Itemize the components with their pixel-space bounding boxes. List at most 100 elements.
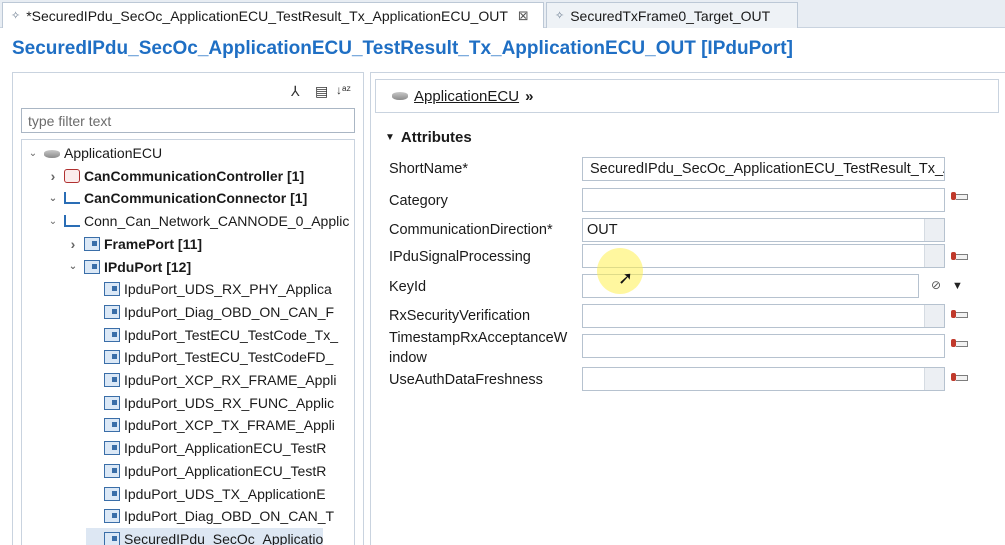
port-icon — [84, 259, 100, 274]
tree-node-label: SecuredIPdu_SecOc_Applicatio — [124, 530, 324, 545]
tree-node-label: CanCommunicationConnector [1] — [84, 190, 308, 207]
sort-az-icon[interactable]: ↓ᵃᶻ — [336, 83, 351, 97]
section-title: Attributes — [400, 129, 472, 146]
label-line-1: TimestampRxAcceptanceW — [389, 330, 568, 346]
collapsed-chevron-icon[interactable]: › — [66, 236, 80, 252]
port-icon — [104, 373, 120, 387]
tree-node[interactable]: › CanCommunicationController [1] — [46, 165, 304, 187]
tree-node-label: IpduPort_TestECU_TestCodeFD_ — [124, 349, 334, 366]
tree-node-label: IpduPort_ApplicationECU_TestR — [124, 440, 327, 457]
port-icon — [104, 486, 120, 501]
tree-node-label: IpduPort_ApplicationECU_TestR — [124, 462, 327, 479]
tree-node-label: IpduPort_UDS_RX_FUNC_Applic — [124, 394, 335, 411]
tree-node-label: IpduPort_UDS_RX_PHY_Applica — [124, 281, 332, 298]
attributes-section-header[interactable]: ▼ Attributes — [385, 129, 472, 146]
tree-node-label: FramePort [11] — [104, 235, 203, 252]
tree-node[interactable]: ⌄ Conn_Can_Network_CANNODE_0_Applic — [46, 210, 350, 232]
tree-node[interactable]: IpduPort_UDS_RX_PHY_Applica — [86, 278, 332, 300]
category-field[interactable] — [582, 188, 945, 212]
dropdown-button[interactable] — [924, 245, 944, 267]
close-icon[interactable]: ⊠ — [518, 8, 529, 24]
element-tree: ⌄ ApplicationECU › CanCommunicationControll… — [21, 139, 355, 545]
tree-node[interactable]: IpduPort_ApplicationECU_TestR — [86, 460, 326, 482]
tree-node-label: IpduPort_Diag_OBD_ON_CAN_F — [124, 303, 335, 320]
ecu-icon — [392, 92, 408, 100]
dropdown-button[interactable] — [924, 219, 944, 241]
tree-node[interactable]: IpduPort_Diag_OBD_ON_CAN_T — [86, 505, 334, 527]
rx-security-verification-clear-icon[interactable] — [951, 309, 968, 319]
tree-node[interactable]: IpduPort_TestECU_TestCode_Tx_ — [86, 324, 338, 346]
expanded-chevron-icon[interactable]: ⌄ — [26, 148, 40, 159]
port-icon — [104, 350, 120, 365]
tree-node-label: IpduPort_TestECU_TestCode_Tx_ — [124, 326, 338, 343]
collapsed-chevron-icon[interactable]: › — [46, 168, 60, 184]
tab-secured-tx-frame[interactable]: ✧ SecuredTxFrame0_Target_OUT — [546, 2, 798, 28]
port-icon — [104, 327, 120, 342]
port-icon — [104, 395, 120, 410]
tree-node-label: IpduPort_Diag_OBD_ON_CAN_T — [124, 508, 335, 525]
tab-label: *SecuredIPdu_SecOc_ApplicationECU_TestRe… — [26, 7, 508, 24]
breadcrumb: ApplicationECU » — [375, 79, 999, 113]
shortname-value: SecuredIPdu_SecOc_ApplicationECU_TestRes… — [590, 161, 945, 177]
rx-security-verification-field[interactable] — [582, 304, 945, 328]
attributes-panel: ApplicationECU » ▼ Attributes ShortName*… — [370, 72, 1005, 545]
editor-title: SecuredIPdu_SecOc_ApplicationECU_TestRes… — [12, 38, 793, 59]
use-auth-data-freshness-clear-icon[interactable] — [951, 372, 968, 382]
editor-tab-bar: ✧ *SecuredIPdu_SecOc_ApplicationECU_Test… — [0, 0, 1005, 28]
port-icon — [104, 463, 120, 478]
controller-icon — [64, 168, 80, 183]
tree-node-label: ApplicationECU — [64, 145, 163, 161]
ipdu-signal-processing-label: IPduSignalProcessing — [389, 249, 531, 265]
breadcrumb-chevron[interactable]: » — [525, 88, 533, 105]
tree-node[interactable]: IpduPort_TestECU_TestCodeFD_ — [86, 346, 333, 368]
chevron-down-icon[interactable]: ▼ — [952, 280, 963, 292]
use-auth-data-freshness-field[interactable] — [582, 367, 945, 391]
connector-icon — [64, 192, 80, 205]
tree-node[interactable]: IpduPort_XCP_TX_FRAME_Appli — [86, 414, 335, 436]
document-icon[interactable]: ▤ — [315, 83, 328, 100]
port-icon — [104, 418, 120, 433]
timestamp-rx-acceptance-window-field[interactable] — [582, 334, 945, 358]
tree-node[interactable]: ⌄ ApplicationECU — [26, 142, 162, 164]
timestamp-rx-acceptance-window-clear-icon[interactable] — [951, 338, 968, 348]
expanded-chevron-icon[interactable]: ⌄ — [46, 216, 60, 227]
connector-icon — [64, 215, 80, 228]
tab-secured-ipdu[interactable]: ✧ *SecuredIPdu_SecOc_ApplicationECU_Test… — [2, 2, 544, 28]
rx-security-verification-label: RxSecurityVerification — [389, 308, 531, 324]
dropdown-button[interactable] — [924, 305, 944, 327]
tree-node[interactable]: IpduPort_ApplicationECU_TestR — [86, 437, 326, 459]
tree-node[interactable]: SecuredIPdu_SecOc_Applicatio — [86, 527, 324, 545]
reference-link-icon[interactable]: ⊘ — [931, 278, 941, 292]
port-icon — [104, 509, 120, 524]
expanded-chevron-icon[interactable]: ⌄ — [46, 193, 60, 204]
expanded-triangle-icon: ▼ — [385, 132, 395, 143]
port-icon — [84, 236, 100, 251]
tree-node[interactable]: IpduPort_UDS_RX_FUNC_Applic — [86, 392, 334, 414]
breadcrumb-link-application-ecu[interactable]: ApplicationECU — [414, 88, 519, 105]
expanded-chevron-icon[interactable]: ⌄ — [66, 261, 80, 272]
port-icon — [104, 304, 120, 319]
tree-node-label: IpduPort_XCP_RX_FRAME_Appli — [124, 372, 337, 388]
tree-node-label: CanCommunicationController [1] — [84, 167, 305, 184]
port-icon — [104, 531, 120, 545]
category-clear-icon[interactable] — [951, 191, 968, 201]
ipdu-signal-processing-clear-icon[interactable] — [951, 251, 968, 261]
tree-node[interactable]: IpduPort_Diag_OBD_ON_CAN_F — [86, 301, 334, 323]
mouse-pointer-icon: ➚ — [618, 268, 634, 288]
filter-input[interactable] — [21, 108, 355, 133]
shortname-field[interactable]: SecuredIPdu_SecOc_ApplicationECU_TestRes… — [582, 157, 945, 181]
dropdown-button[interactable] — [924, 368, 944, 390]
ecu-icon — [44, 150, 60, 158]
hierarchy-icon[interactable]: ⅄ — [291, 83, 300, 100]
tree-node[interactable]: › FramePort [11] — [66, 233, 202, 255]
outline-panel: ⅄ ▤ ↓ᵃᶻ ⌄ApplicationECU›CanCommunication… — [12, 72, 364, 545]
tree-node-label: IpduPort_UDS_TX_ApplicationE — [124, 485, 326, 502]
tree-node[interactable]: IpduPort_UDS_TX_ApplicationE — [86, 483, 326, 505]
category-label: Category — [389, 193, 448, 209]
tree-node[interactable]: ⌄ CanCommunicationConnector [1] — [46, 187, 307, 209]
communication-direction-field[interactable]: OUT — [582, 218, 945, 242]
tree-node-label: IpduPort_XCP_TX_FRAME_Appli — [124, 417, 335, 434]
tree-node[interactable]: IpduPort_XCP_RX_FRAME_Appli — [86, 369, 336, 391]
port-icon — [104, 282, 120, 297]
tree-node[interactable]: ⌄ IPduPort [12] — [66, 256, 191, 278]
